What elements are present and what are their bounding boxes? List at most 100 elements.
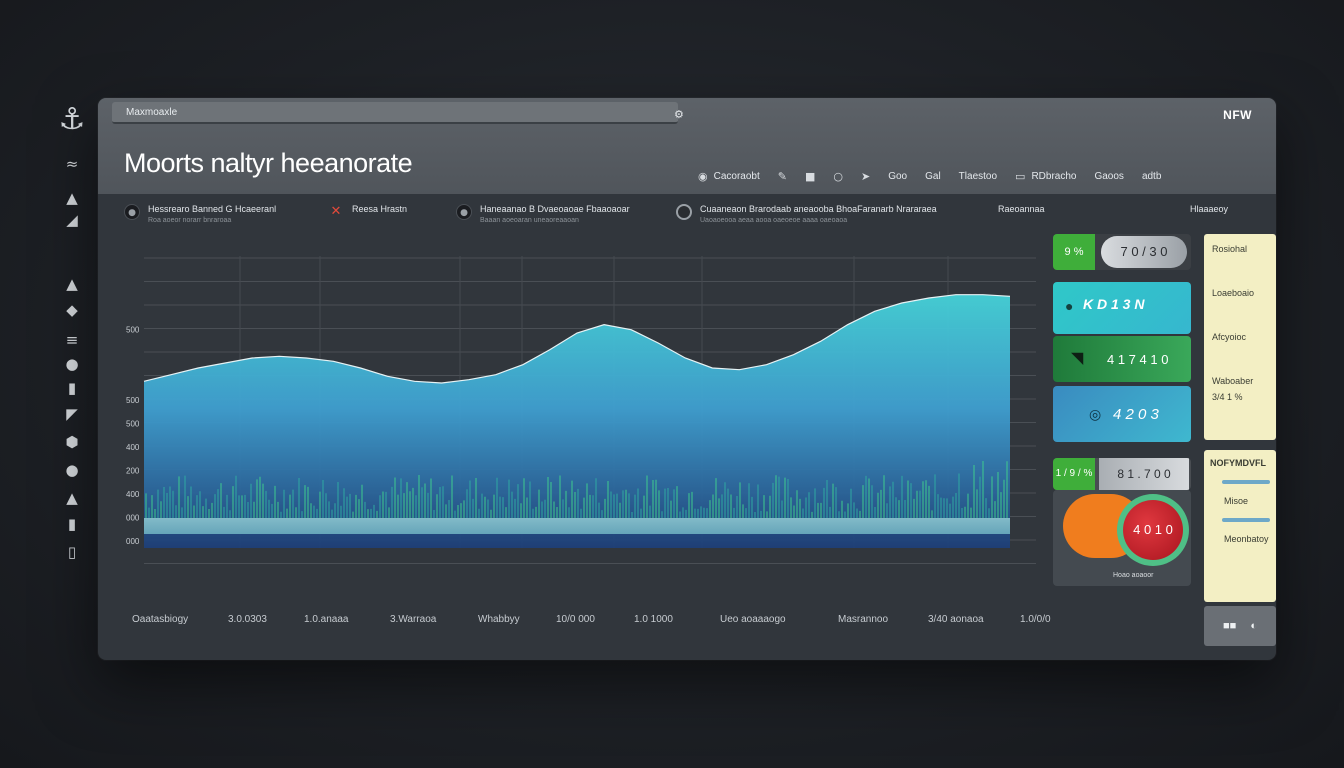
filter-item-0[interactable]: ● Hessrearo Banned G Hcaeeranl Roa aoeor n…	[124, 204, 276, 224]
doc-icon[interactable]: ▯	[48, 540, 96, 564]
filter-sublabel: Roa aoeor norarr bnraroaa	[148, 217, 232, 224]
x-tick-label: 10/0 000	[556, 614, 595, 625]
stat-card-1-label: 9 %	[1053, 234, 1095, 270]
stat-card-3[interactable]: ◥ 4 1 7 4 1 0	[1053, 336, 1191, 382]
circle-icon: ○	[833, 169, 843, 183]
toolbar-item-4[interactable]: ➤	[861, 170, 870, 183]
leaf-icon: ●	[1065, 298, 1074, 314]
toolbar-item-label: RDbracho	[1031, 170, 1077, 182]
stat-card-4-label: 4 2 0 3	[1113, 406, 1159, 423]
hex-icon[interactable]: ⬢	[48, 430, 96, 454]
side-panel-2-item: Meonbatoy	[1224, 534, 1269, 544]
title-bar[interactable]: Maxmoaxle	[112, 102, 678, 124]
arrow-icon: ➤	[860, 169, 871, 183]
grid-view-icon[interactable]: ■■	[1223, 620, 1236, 632]
filter-label: Hlaaaeoy	[1190, 204, 1229, 214]
close-icon: ✕	[330, 204, 342, 219]
stat-card-6-value: 4 0 1 0	[1123, 500, 1183, 560]
x-tick-label: 1.0 1000	[634, 614, 673, 625]
gear-icon[interactable]: ⚙	[674, 108, 684, 121]
shape-icon[interactable]: ◆	[48, 298, 96, 322]
window-title: Maxmoaxle	[126, 107, 178, 118]
page-title: Moorts naltyr heeanorate	[124, 148, 413, 178]
toolbar-item-label: adtb	[1141, 170, 1162, 182]
stat-card-5-label: 1 / 9 / %	[1053, 458, 1095, 490]
side-panel-2-title: NOFYMDVFL	[1210, 458, 1266, 468]
toolbar-item-1[interactable]: ✎	[778, 170, 787, 183]
x-tick-label: Oaatasbiogy	[132, 614, 189, 625]
eye-icon: ●	[124, 204, 140, 220]
bubble-icon[interactable]: ●	[48, 352, 96, 376]
side-panel-item[interactable]: 3/4 1 %	[1212, 392, 1268, 402]
stat-card-1[interactable]: 9 % 7 0 / 3 0	[1053, 234, 1191, 270]
theme-toggle-icon[interactable]: ◐	[1250, 620, 1257, 632]
left-rail: ⚓ ≈ ▲ ◢ ▲ ◆ ≡ ● ▮ ◤ ⬢ ● ▲ ▮ ▯	[48, 96, 104, 566]
cone-icon[interactable]: ▲	[48, 272, 96, 296]
monitor-icon: ▭	[1015, 169, 1026, 183]
anchor-icon[interactable]: ⚓	[48, 98, 96, 142]
side-panel-item[interactable]: Afcyoioc	[1212, 332, 1268, 342]
toolbar-item-label: Gaoos	[1094, 170, 1124, 182]
side-panel-item[interactable]: Rosiohal	[1212, 244, 1268, 254]
toolbar-item-8[interactable]: ▭ RDbracho	[1015, 170, 1076, 183]
side-panel-2-item: Misoe	[1224, 496, 1249, 506]
x-axis-labels: Oaatasbiogy 3.0.0303 1.0.anaaa 3.Warraoa Wha…	[132, 614, 1062, 628]
filter-item-2[interactable]: ● Haneaanao B Dvaeoaoae Fbaaoaoar Baaan ao…	[456, 204, 630, 224]
filter-label: Hessrearo Banned G Hcaeeranl	[148, 204, 277, 214]
chart-icon[interactable]: ▮	[48, 376, 96, 400]
bottom-controls[interactable]: ■■ ◐	[1204, 606, 1276, 646]
triangle-icon[interactable]: ▲	[48, 186, 96, 210]
window-header: Maxmoaxle ⚙ NFW Moorts naltyr heeanorate…	[98, 98, 1276, 194]
progress-bar	[1222, 518, 1270, 522]
toolbar-item-3[interactable]: ○	[833, 170, 843, 183]
stat-card-6-footer: Hoao aoaoor	[1113, 572, 1154, 579]
toolbar-item-7[interactable]: Tlaestoo	[959, 171, 997, 182]
toolbar-item-label: Gal	[925, 170, 941, 182]
filter-label: Reesa Hrastn	[352, 204, 408, 214]
filter-item-4[interactable]: Raeoannaa	[998, 204, 1045, 214]
y-tick-label: 400	[126, 443, 140, 452]
stack-icon[interactable]: ≡	[48, 328, 96, 352]
toolbar-item-5[interactable]: Goo	[888, 171, 907, 182]
main-window: Maxmoaxle ⚙ NFW Moorts naltyr heeanorate…	[98, 98, 1276, 660]
flag-icon[interactable]: ▮	[48, 512, 96, 536]
side-panel-item[interactable]: Loaeboaio	[1212, 288, 1268, 298]
filter-item-5[interactable]: Hlaaaeoy	[1190, 204, 1228, 214]
y-tick-label: 000	[126, 537, 140, 546]
y-tick-label: 500	[126, 396, 140, 405]
y-tick-label: 000	[126, 514, 140, 523]
filter-item-3[interactable]: Cuaaneaon Brarodaab aneaooba BhoaFaranar…	[676, 204, 937, 224]
progress-bar	[1222, 480, 1270, 484]
stat-card-2-label: K D 1 3 N	[1083, 296, 1145, 312]
x-tick-label: Ueo aoaaaogo	[720, 614, 786, 625]
bird-icon[interactable]: ◤	[48, 402, 96, 426]
wave-icon[interactable]: ≈	[48, 152, 96, 176]
tree-icon[interactable]: ▲	[48, 486, 96, 510]
x-tick-label: Whabbyy	[478, 614, 520, 625]
pointer-icon[interactable]: ◢	[48, 208, 96, 232]
side-panel-2[interactable]: NOFYMDVFL Misoe Meonbatoy	[1204, 450, 1276, 602]
toolbar-item-9[interactable]: Gaoos	[1094, 171, 1123, 182]
area-chart: 500 500 500 400 200 400 000 000	[124, 248, 1044, 628]
toolbar-item-10[interactable]: adtb	[1142, 171, 1161, 182]
toolbar-item-6[interactable]: Gal	[925, 171, 941, 182]
stat-card-1-value: 7 0 / 3 0	[1101, 236, 1187, 268]
stat-card-6[interactable]: 4 0 1 0 Hoao aoaoor	[1053, 490, 1191, 586]
stat-card-2[interactable]: K D 1 3 N ●	[1053, 282, 1191, 334]
filter-item-1[interactable]: ✕ Reesa Hrastn	[328, 204, 407, 220]
stat-card-4[interactable]: ◎ 4 2 0 3	[1053, 386, 1191, 442]
filter-row: ● Hessrearo Banned G Hcaeeranl Roa aoeor n…	[118, 204, 1258, 238]
filter-label: Haneaanao B Dvaeoaoae Fbaaoaoar	[480, 204, 630, 214]
drop-icon[interactable]: ●	[48, 458, 96, 482]
side-panel[interactable]: Rosiohal Loaeboaio Afcyoioc Waboaber 3/4 1 %	[1204, 234, 1276, 440]
filter-label: Cuaaneaon Brarodaab aneaooba BhoaFaranar…	[700, 204, 937, 214]
toolbar-item-2[interactable]: ■	[805, 170, 815, 183]
side-panel-item[interactable]: Waboaber	[1212, 376, 1268, 386]
stat-card-5[interactable]: 1 / 9 / % 8 1 . 7 0 0	[1053, 458, 1191, 490]
toolbar-item-label: Tlaestoo	[958, 170, 998, 182]
toolbar-item-0[interactable]: ◉ Cacoraobt	[698, 170, 760, 183]
toolbar-item-label: Cacoraobt	[713, 170, 760, 182]
filter-sublabel: Uaoaoeooa aeaa aooa oaeoeoe aaaa oaeoaoa	[700, 217, 848, 224]
y-tick-label: 500	[126, 420, 140, 429]
x-tick-label: 3.0.0303	[228, 614, 267, 625]
